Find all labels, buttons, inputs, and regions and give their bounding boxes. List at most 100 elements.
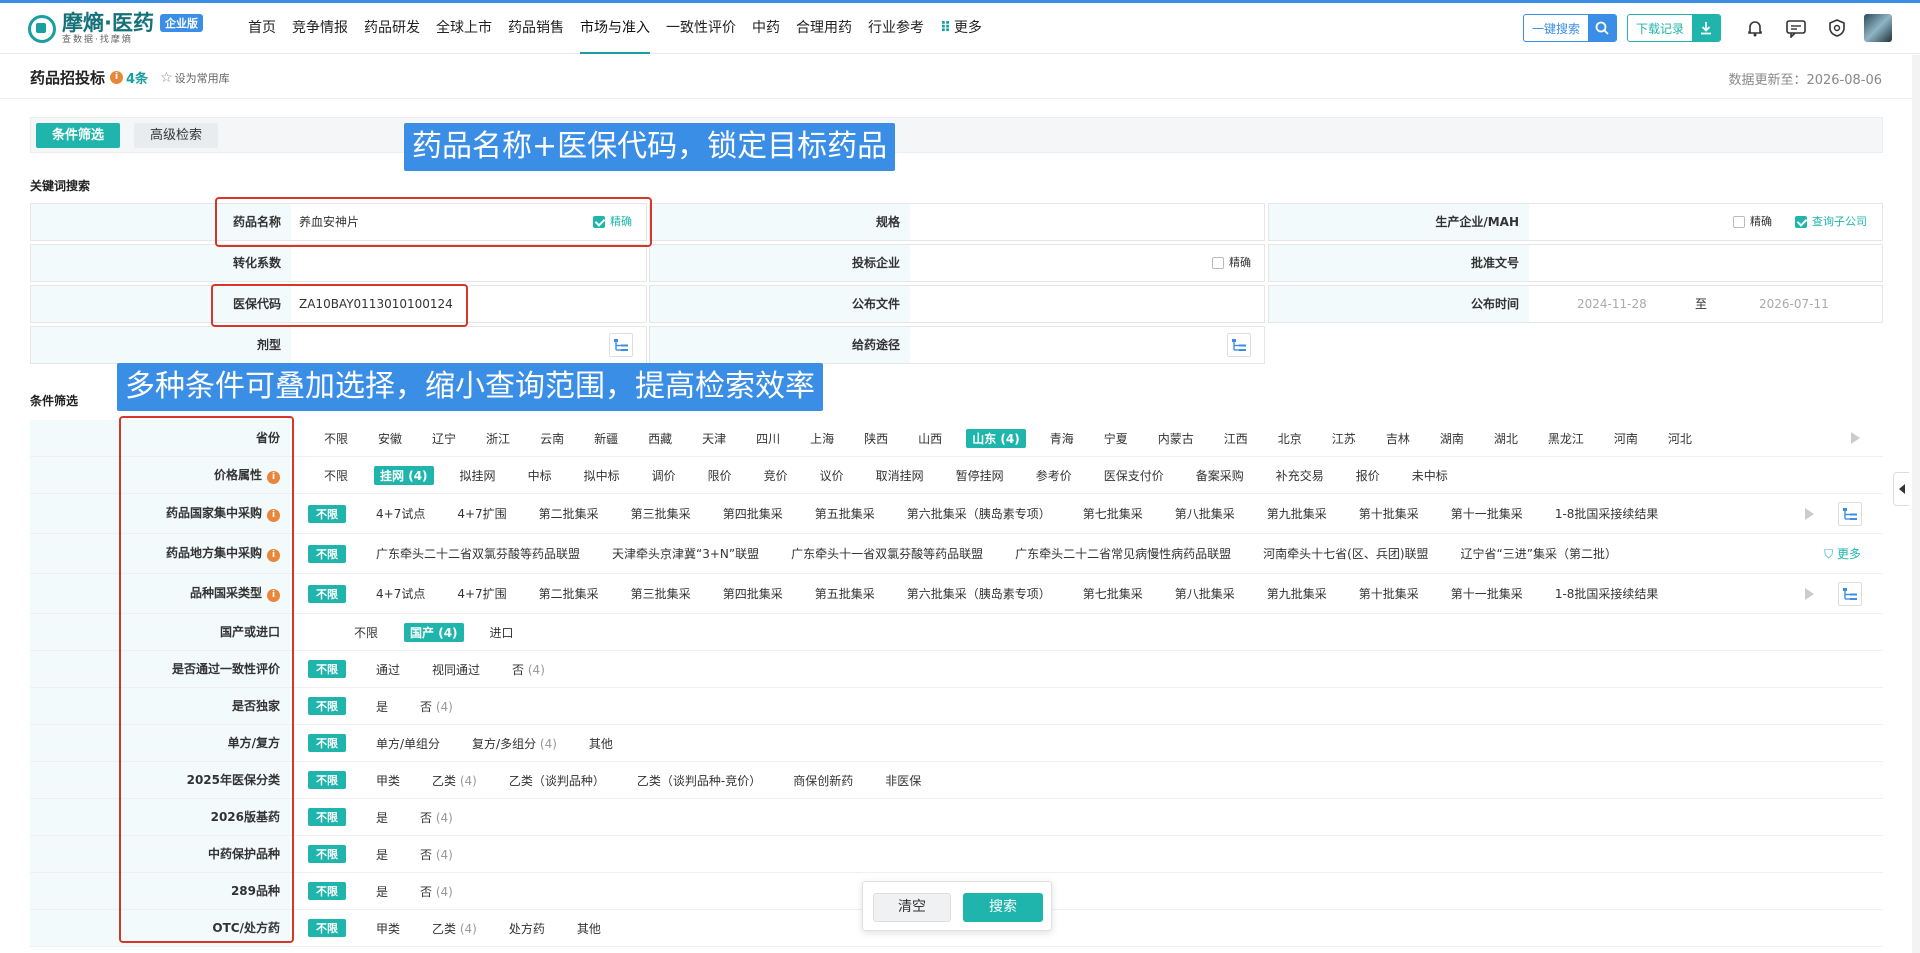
option-no[interactable]: 否 (4) [414,697,459,716]
option-local[interactable]: 广东牵头二十二省双氯芬酸等药品联盟 [370,544,586,563]
option-province[interactable]: 四川 [750,429,786,448]
option-price[interactable]: 补充交易 [1270,466,1330,485]
option-variety[interactable]: 第八批集采 [1169,584,1241,603]
option-national[interactable]: 第六批集采（胰岛素专项） [901,504,1057,523]
option-import[interactable]: 进口 [484,623,520,642]
option-non-insurance[interactable]: 非医保 [879,771,927,790]
clear-button[interactable]: 清空 [873,893,951,922]
more-filter-button[interactable]: ⛉ 更多 [1824,545,1861,562]
option-prescription[interactable]: 处方药 [503,919,551,938]
option-unlimited[interactable]: 不限 [318,429,354,448]
bidder-exact-checkbox[interactable]: 精确 [1212,245,1251,281]
option-other[interactable]: 其他 [571,919,607,938]
option-province[interactable]: 吉林 [1380,429,1416,448]
download-records-button[interactable]: 下载记录 [1626,14,1721,42]
option-national[interactable]: 第三批集采 [625,504,697,523]
option-single[interactable]: 单方/单组分 [370,734,446,753]
option-price[interactable]: 报价 [1350,466,1386,485]
nav-industry[interactable]: 行业参考 [860,3,932,54]
option-province[interactable]: 浙江 [480,429,516,448]
option-unlimited[interactable]: 不限 [308,808,346,826]
nav-rnd[interactable]: 药品研发 [356,3,428,54]
option-variety[interactable]: 第十一批集采 [1445,584,1529,603]
option-unlimited[interactable]: 不限 [308,919,346,937]
option-no[interactable]: 否 (4) [414,882,459,901]
option-province[interactable]: 天津 [696,429,732,448]
option-national[interactable]: 第二批集采 [533,504,605,523]
option-price[interactable]: 取消挂网 [870,466,930,485]
option-pass[interactable]: 通过 [370,660,406,679]
option-variety[interactable]: 4+7试点 [370,584,431,603]
nav-home[interactable]: 首页 [240,3,284,54]
option-unlimited[interactable]: 不限 [348,623,384,642]
option-national[interactable]: 第十批集采 [1353,504,1425,523]
option-national[interactable]: 第七批集采 [1077,504,1149,523]
tree-select-icon[interactable] [1838,502,1862,526]
option-province[interactable]: 黑龙江 [1542,429,1590,448]
option-yes[interactable]: 是 [370,845,394,864]
nav-market-access[interactable]: 市场与准入 [572,3,658,54]
option-unlimited[interactable]: 不限 [318,466,354,485]
option-unlimited[interactable]: 不限 [308,734,346,752]
side-collapse-tab[interactable] [1893,472,1909,506]
option-province[interactable]: 陕西 [858,429,894,448]
option-unlimited[interactable]: 不限 [308,697,346,715]
option-price[interactable]: 参考价 [1030,466,1078,485]
option-province[interactable]: 江西 [1218,429,1254,448]
option-national[interactable]: 第五批集采 [809,504,881,523]
option-national[interactable]: 第十一批集采 [1445,504,1529,523]
option-province[interactable]: 河南 [1608,429,1644,448]
option-variety[interactable]: 第三批集采 [625,584,697,603]
option-national[interactable]: 第八批集采 [1169,504,1241,523]
option-unlimited[interactable]: 不限 [308,544,346,563]
option-commercial[interactable]: 商保创新药 [787,771,859,790]
option-province-selected[interactable]: 山东 (4) [966,428,1026,448]
option-national[interactable]: 1-8批国采接续结果 [1549,504,1665,523]
option-local[interactable]: 辽宁省“三进”集采（第二批） [1455,544,1623,563]
favorite-button[interactable]: ☆ 设为常用库 [160,70,230,86]
manufacturer-exact-checkbox[interactable]: 精确 [1733,204,1772,240]
option-yes[interactable]: 是 [370,882,394,901]
search-button[interactable]: 搜索 [963,893,1043,922]
option-otc-b[interactable]: 乙类 (4) [426,919,483,938]
option-unlimited[interactable]: 不限 [308,504,346,523]
date-from-input[interactable]: 2024-11-28 [1577,286,1647,322]
option-province[interactable]: 江苏 [1326,429,1362,448]
option-unlimited[interactable]: 不限 [308,584,346,603]
option-province[interactable]: 新疆 [588,429,624,448]
option-province[interactable]: 河北 [1662,429,1698,448]
option-national[interactable]: 第四批集采 [717,504,789,523]
option-yes[interactable]: 是 [370,697,394,716]
option-class-b-bidding[interactable]: 乙类（谈判品种-竞价） [631,771,767,790]
option-price[interactable]: 竞价 [758,466,794,485]
option-variety[interactable]: 第四批集采 [717,584,789,603]
option-price[interactable]: 医保支付价 [1098,466,1170,485]
date-to-input[interactable]: 2026-07-11 [1759,286,1829,322]
option-price[interactable]: 限价 [702,466,738,485]
option-compound[interactable]: 复方/多组分 (4) [466,734,563,753]
option-province[interactable]: 湖北 [1488,429,1524,448]
option-otc-a[interactable]: 甲类 [370,919,406,938]
option-price[interactable]: 备案采购 [1190,466,1250,485]
option-local[interactable]: 天津牵头京津冀“3+N”联盟 [606,544,765,563]
option-local[interactable]: 广东牵头二十二省常见病慢性病药品联盟 [1009,544,1237,563]
option-class-a[interactable]: 甲类 [370,771,406,790]
option-price[interactable]: 未中标 [1406,466,1454,485]
option-class-b-negotiated[interactable]: 乙类（谈判品种） [503,771,611,790]
option-local[interactable]: 河南牵头十七省(区、兵团)联盟 [1257,544,1434,563]
page-scrollbar[interactable] [1912,55,1920,953]
option-local[interactable]: 广东牵头十一省双氯芬酸等药品联盟 [785,544,989,563]
option-price[interactable]: 拟挂网 [454,466,502,485]
option-province[interactable]: 云南 [534,429,570,448]
option-other[interactable]: 其他 [583,734,619,753]
nav-rational-use[interactable]: 合理用药 [788,3,860,54]
option-domestic-selected[interactable]: 国产 (4) [404,622,464,642]
scroll-right-icon[interactable] [1851,432,1860,444]
scroll-right-icon[interactable] [1805,588,1814,600]
option-national[interactable]: 4+7试点 [370,504,431,523]
option-province[interactable]: 上海 [804,429,840,448]
option-price-selected[interactable]: 挂网 (4) [374,465,434,485]
option-province[interactable]: 内蒙古 [1152,429,1200,448]
bell-icon[interactable] [1741,14,1769,42]
option-unlimited[interactable]: 不限 [308,845,346,863]
